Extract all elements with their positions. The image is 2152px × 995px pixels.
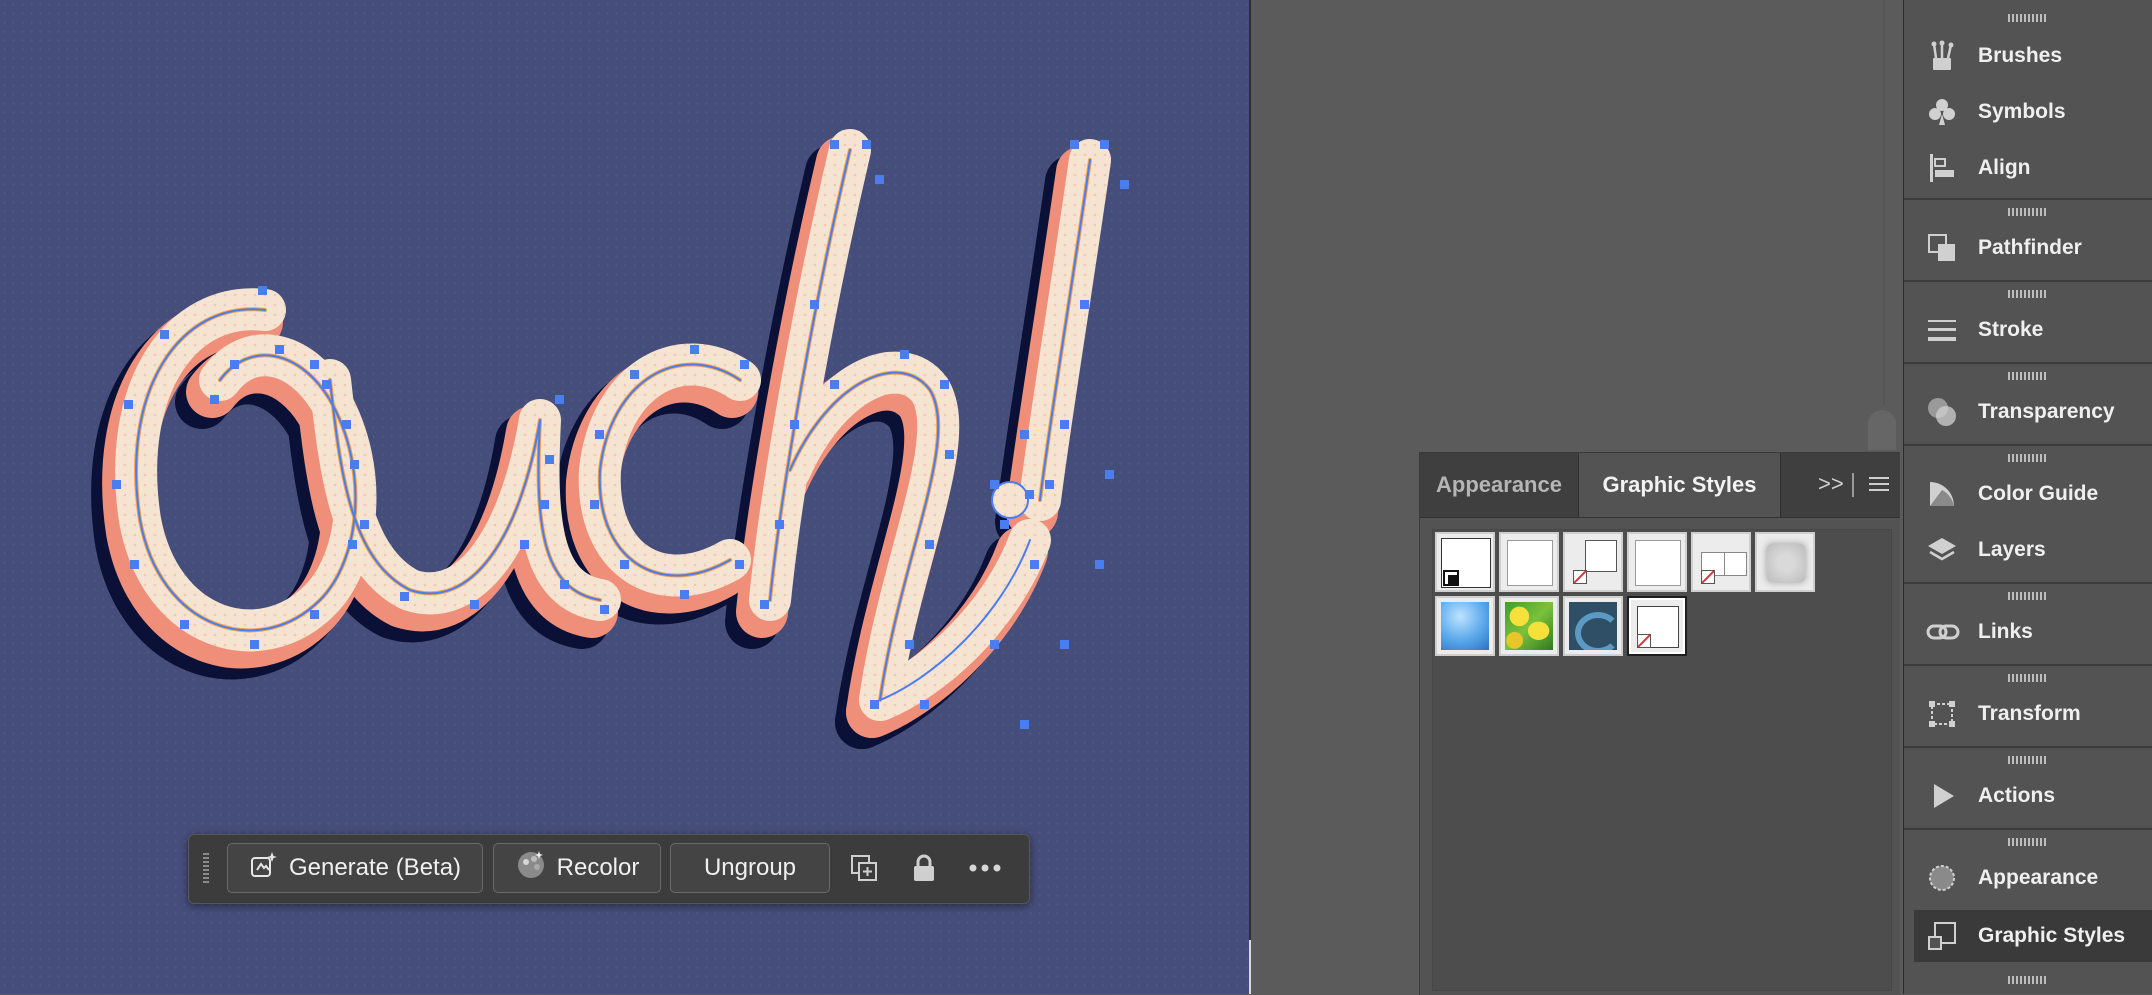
ungroup-button[interactable]: Ungroup — [670, 843, 830, 893]
graphic-style-blue-swirl[interactable] — [1563, 596, 1623, 656]
dock-label-graphic-styles: Graphic Styles — [1978, 924, 2126, 947]
dock-group-grip[interactable] — [2008, 208, 2048, 216]
dock-group-grip[interactable] — [2008, 674, 2048, 682]
layers-icon — [1926, 534, 1958, 566]
graphic-styles-icon — [1926, 920, 1958, 952]
lettering-group[interactable] — [91, 129, 1111, 749]
transparency-icon — [1926, 396, 1958, 428]
tab-graphic-styles[interactable]: Graphic Styles — [1578, 453, 1781, 517]
pathfinder-icon — [1926, 232, 1958, 264]
recolor-label: Recolor — [556, 854, 640, 881]
dock-label-color-guide: Color Guide — [1978, 482, 2099, 505]
scrollbar-thumb[interactable] — [1868, 410, 1896, 450]
dock-label-appearance: Appearance — [1978, 866, 2099, 889]
graphic-style-default[interactable] — [1435, 532, 1495, 592]
graphic-style-selected-no-fill[interactable] — [1627, 596, 1687, 656]
dock-group-grip[interactable] — [2008, 372, 2048, 380]
dock-separator — [1904, 828, 2152, 830]
graphic-styles-swatch-grid — [1432, 529, 1892, 991]
dock-group-grip[interactable] — [2008, 454, 2048, 462]
color-guide-icon — [1926, 478, 1958, 510]
dock-separator — [1904, 664, 2152, 666]
stroke-icon — [1926, 314, 1958, 346]
dock-item-symbols[interactable]: Symbols — [1904, 86, 2152, 138]
dock-item-graphic-styles[interactable]: Graphic Styles — [1914, 910, 2152, 962]
dock-group-grip[interactable] — [2008, 838, 2048, 846]
dock-label-links: Links — [1978, 620, 2033, 643]
dock-label-brushes: Brushes — [1978, 44, 2063, 67]
dock-label-pathfinder: Pathfinder — [1978, 236, 2082, 259]
graphic-style-no-fill-double[interactable] — [1691, 532, 1751, 592]
actions-icon — [1926, 780, 1958, 812]
graphic-style-no-fill-stroke[interactable] — [1563, 532, 1623, 592]
dock-item-transform[interactable]: Transform — [1904, 688, 2152, 740]
dock-label-symbols: Symbols — [1978, 100, 2066, 123]
more-options-icon[interactable] — [966, 849, 1004, 887]
dock-label-actions: Actions — [1978, 784, 2056, 807]
graphic-style-plain-white[interactable] — [1627, 532, 1687, 592]
dock-item-actions[interactable]: Actions — [1904, 770, 2152, 822]
dock-separator — [1904, 746, 2152, 748]
dock-label-stroke: Stroke — [1978, 318, 2044, 341]
panel-tab-bar: Appearance Graphic Styles >> — [1420, 453, 1900, 518]
dock-group-grip[interactable] — [2008, 592, 2048, 600]
dock-label-align: Align — [1978, 156, 2031, 179]
align-icon — [1926, 152, 1958, 184]
dock-item-links[interactable]: Links — [1904, 606, 2152, 658]
graphic-style-green-yellow-marble[interactable] — [1499, 596, 1559, 656]
dock-group-grip[interactable] — [2008, 756, 2048, 764]
dock-separator — [1904, 582, 2152, 584]
dock-label-layers: Layers — [1978, 538, 2046, 561]
dock-group-grip[interactable] — [2008, 290, 2048, 298]
graphic-styles-panel: Appearance Graphic Styles >> — [1419, 452, 1900, 995]
graphic-style-soft-shadow[interactable] — [1755, 532, 1815, 592]
dock-item-appearance[interactable]: Appearance — [1904, 852, 2152, 904]
dock-separator — [1904, 198, 2152, 200]
links-icon — [1926, 616, 1960, 648]
dock-label-transform: Transform — [1978, 702, 2081, 725]
taskbar-drag-handle[interactable] — [203, 853, 209, 885]
dock-group-grip[interactable] — [2008, 14, 2048, 22]
dock-item-pathfinder[interactable]: Pathfinder — [1904, 222, 2152, 274]
generate-sparkle-icon — [249, 850, 279, 887]
tab-divider — [1852, 473, 1854, 497]
recolor-button[interactable]: Recolor — [493, 843, 661, 893]
artboard-canvas[interactable]: Generate (Beta) Recolor Ungroup — [0, 0, 1249, 994]
contextual-task-bar: Generate (Beta) Recolor Ungroup — [188, 834, 1030, 904]
scrollbar-track[interactable] — [1883, 0, 1885, 405]
graphic-style-blue-gradient[interactable] — [1435, 596, 1495, 656]
dock-item-transparency[interactable]: Transparency — [1904, 386, 2152, 438]
dock-item-brushes[interactable]: Brushes — [1904, 30, 2152, 82]
canvas-edge-lower — [1249, 940, 1251, 994]
brushes-icon — [1926, 40, 1958, 72]
dock-item-stroke[interactable]: Stroke — [1904, 304, 2152, 356]
tab-appearance[interactable]: Appearance — [1420, 453, 1578, 517]
dock-item-color-guide[interactable]: Color Guide — [1904, 468, 2152, 520]
dock-label-transparency: Transparency — [1978, 400, 2115, 423]
dock-separator — [1904, 280, 2152, 282]
ungroup-label: Ungroup — [703, 854, 797, 881]
right-panel-dock: Brushes Symbols Align Pathfinder Stroke … — [1903, 0, 2152, 994]
duplicate-icon[interactable] — [845, 849, 883, 887]
symbols-icon — [1926, 96, 1958, 128]
generate-beta-button[interactable]: Generate (Beta) — [227, 843, 483, 893]
panel-menu-icon[interactable] — [1868, 475, 1890, 498]
dock-group-grip[interactable] — [2008, 976, 2048, 984]
transform-icon — [1926, 698, 1958, 730]
dock-separator — [1904, 362, 2152, 364]
dock-separator — [1904, 444, 2152, 446]
lock-icon[interactable] — [905, 849, 943, 887]
appearance-icon — [1926, 862, 1958, 894]
collapse-panel-button[interactable]: >> — [1818, 471, 1844, 497]
dock-item-align[interactable]: Align — [1904, 142, 2152, 194]
canvas-edge — [1249, 0, 1251, 994]
graphic-style-blank-white[interactable] — [1499, 532, 1559, 592]
recolor-icon — [515, 849, 547, 888]
dock-item-layers[interactable]: Layers — [1904, 524, 2152, 576]
generate-label: Generate (Beta) — [288, 854, 462, 881]
